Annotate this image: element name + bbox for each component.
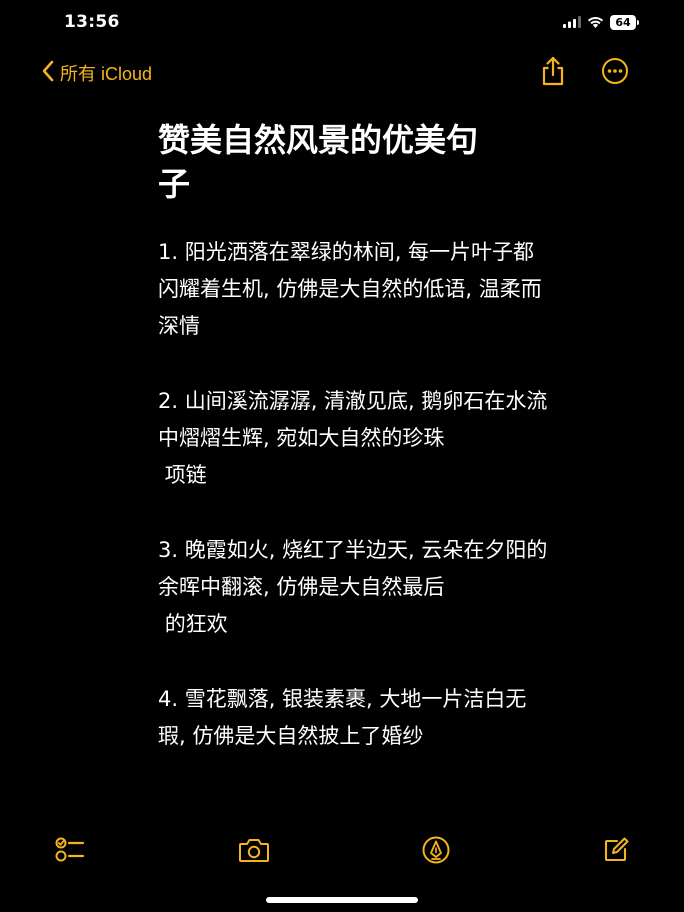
compose-button[interactable] <box>598 834 634 870</box>
share-icon <box>540 56 566 90</box>
battery-level: 64 <box>615 16 631 29</box>
home-indicator[interactable] <box>266 897 418 903</box>
markup-button[interactable] <box>418 834 454 870</box>
note-paragraph-3[interactable]: 3. 晚霞如火, 烧红了半边天, 云朵在夕阳的余晖中翻滚, 仿佛是大自然最后 的… <box>158 532 548 643</box>
back-button-label: 所有 iCloud <box>60 64 153 84</box>
note-body[interactable]: 赞美自然风景的优美句子 1. 阳光洒落在翠绿的林间, 每一片叶子都闪耀着生机, … <box>158 118 548 793</box>
nav-bar: 所有 iCloud <box>0 52 684 96</box>
battery-icon: 64 <box>610 15 639 30</box>
note-paragraph-1[interactable]: 1. 阳光洒落在翠绿的林间, 每一片叶子都闪耀着生机, 仿佛是大自然的低语, 温… <box>158 234 548 345</box>
status-indicators: 64 <box>563 13 639 32</box>
more-options-button[interactable] <box>598 56 632 90</box>
cellular-signal-icon <box>563 13 581 32</box>
compose-icon <box>602 836 630 868</box>
note-paragraph-2[interactable]: 2. 山间溪流潺潺, 清澈见底, 鹅卵石在水流中熠熠生辉, 宛如大自然的珍珠 项… <box>158 383 548 494</box>
pen-circle-icon <box>421 835 451 869</box>
camera-button[interactable] <box>236 834 272 870</box>
checklist-icon <box>55 836 85 868</box>
chevron-left-icon <box>42 60 54 86</box>
note-title[interactable]: 赞美自然风景的优美句子 <box>158 118 498 206</box>
status-time: 13:56 <box>64 12 120 32</box>
bottom-toolbar <box>0 830 684 874</box>
back-button[interactable]: 所有 iCloud <box>42 60 152 86</box>
wifi-icon <box>587 13 604 32</box>
checklist-button[interactable] <box>52 834 88 870</box>
status-bar: 13:56 64 <box>0 0 684 44</box>
camera-icon <box>238 837 270 867</box>
share-button[interactable] <box>536 56 570 90</box>
note-paragraph-4[interactable]: 4. 雪花飘落, 银装素裹, 大地一片洁白无瑕, 仿佛是大自然披上了婚纱 <box>158 681 548 755</box>
ellipsis-circle-icon <box>601 57 629 89</box>
